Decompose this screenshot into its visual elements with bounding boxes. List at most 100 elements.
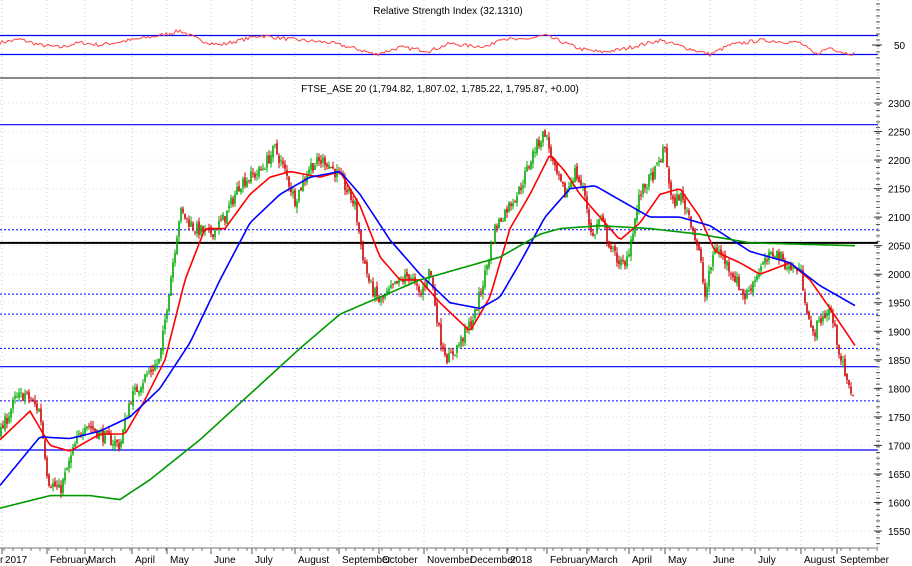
candle-body bbox=[646, 188, 648, 190]
y-tick-label: 1650 bbox=[888, 470, 911, 481]
candle-body bbox=[638, 194, 640, 211]
candle-body bbox=[490, 244, 492, 261]
candle-body bbox=[116, 439, 118, 443]
candle-body bbox=[190, 221, 192, 227]
x-tick-label: June bbox=[214, 555, 236, 566]
x-tick-label: May bbox=[668, 555, 687, 566]
candle-body bbox=[764, 257, 766, 264]
candle-body bbox=[828, 308, 830, 315]
candle-body bbox=[268, 155, 270, 164]
candle-body bbox=[200, 225, 202, 234]
candle-body bbox=[248, 180, 250, 182]
candle-body bbox=[708, 270, 710, 288]
candle-body bbox=[24, 393, 26, 400]
candle-body bbox=[174, 252, 176, 263]
candle-body bbox=[314, 165, 316, 170]
candle-body bbox=[680, 192, 682, 202]
candle-body bbox=[182, 208, 184, 213]
candle-body bbox=[458, 344, 460, 347]
candle-body bbox=[44, 440, 46, 459]
candle-body bbox=[752, 282, 754, 293]
candle-body bbox=[526, 165, 528, 172]
candle-body bbox=[788, 265, 790, 270]
candle-body bbox=[738, 276, 740, 290]
candle-body bbox=[48, 474, 50, 486]
candle-body bbox=[370, 281, 372, 283]
candle-body bbox=[766, 259, 768, 262]
candle-body bbox=[762, 262, 764, 265]
candle-body bbox=[540, 141, 542, 148]
candle-body bbox=[480, 291, 482, 293]
candle-body bbox=[492, 243, 494, 245]
candle-body bbox=[624, 261, 626, 266]
candle-body bbox=[666, 147, 668, 168]
candle-body bbox=[436, 303, 438, 323]
candle-body bbox=[58, 484, 60, 488]
candle-body bbox=[732, 273, 734, 278]
candle-body bbox=[94, 428, 96, 432]
candle-body bbox=[792, 267, 794, 269]
candle-body bbox=[834, 323, 836, 326]
candle-body bbox=[760, 266, 762, 271]
y-tick-label: 2150 bbox=[888, 185, 911, 196]
candle-body bbox=[808, 311, 810, 320]
candle-body bbox=[162, 330, 164, 351]
candle-body bbox=[446, 354, 448, 363]
candle-body bbox=[594, 234, 596, 236]
candle-body bbox=[546, 135, 548, 137]
candle-body bbox=[66, 468, 68, 471]
candle-body bbox=[590, 222, 592, 233]
candle-body bbox=[88, 425, 90, 427]
candle-body bbox=[254, 173, 256, 178]
candle-body bbox=[670, 182, 672, 196]
candle-body bbox=[360, 230, 362, 245]
candle-body bbox=[358, 222, 360, 232]
candle-body bbox=[524, 171, 526, 185]
y-tick-label: 1600 bbox=[888, 498, 911, 509]
candle-body bbox=[166, 310, 168, 319]
candle-body bbox=[366, 261, 368, 274]
candle-body bbox=[262, 168, 264, 170]
candle-body bbox=[152, 369, 154, 372]
candle-body bbox=[842, 361, 844, 363]
candle-body bbox=[454, 354, 456, 356]
candle-body bbox=[236, 186, 238, 195]
candle-body bbox=[416, 283, 418, 286]
candle-body bbox=[826, 312, 828, 317]
candle-body bbox=[252, 173, 254, 175]
candle-body bbox=[310, 163, 312, 171]
candle-body bbox=[592, 232, 594, 236]
candle-body bbox=[260, 169, 262, 171]
candle-body bbox=[816, 320, 818, 339]
candle-body bbox=[702, 262, 704, 282]
x-tick-label: October bbox=[382, 555, 418, 566]
candle-body bbox=[60, 485, 62, 494]
x-tick-label: 2018 bbox=[510, 555, 533, 566]
candle-body bbox=[164, 319, 166, 330]
candle-body bbox=[12, 399, 14, 409]
candle-body bbox=[664, 146, 666, 149]
candle-body bbox=[272, 146, 274, 158]
candle-body bbox=[122, 429, 124, 444]
candle-body bbox=[474, 309, 476, 319]
candle-body bbox=[430, 270, 432, 276]
candle-body bbox=[662, 147, 664, 163]
candle-body bbox=[346, 189, 348, 193]
candle-body bbox=[92, 426, 94, 430]
candle-body bbox=[658, 160, 660, 163]
candle-body bbox=[684, 199, 686, 210]
candle-body bbox=[406, 272, 408, 277]
candle-body bbox=[576, 166, 578, 179]
candle-body bbox=[818, 319, 820, 321]
candle-body bbox=[220, 219, 222, 221]
candle-body bbox=[620, 259, 622, 266]
candle-body bbox=[686, 210, 688, 212]
candle-body bbox=[558, 174, 560, 176]
candle-body bbox=[422, 287, 424, 295]
candle-body bbox=[692, 227, 694, 231]
candle-body bbox=[562, 181, 564, 185]
candle-body bbox=[672, 195, 674, 200]
candle-body bbox=[852, 394, 854, 396]
candle-body bbox=[32, 399, 34, 401]
candle-body bbox=[284, 163, 286, 169]
